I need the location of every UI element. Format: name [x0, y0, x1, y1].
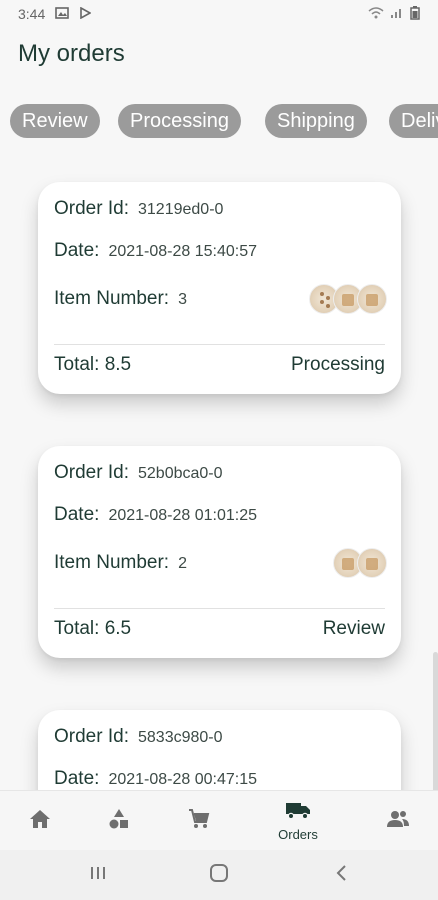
order-id-row: Order Id: 31219ed0-0 [54, 198, 223, 220]
card-divider [54, 608, 385, 609]
nav-home[interactable] [10, 791, 70, 851]
card-divider [54, 344, 385, 345]
categories-icon [108, 808, 130, 835]
order-date-row: Date: 2021-08-28 01:01:25 [54, 504, 257, 526]
order-status: Review [322, 618, 385, 639]
system-nav-bar [0, 850, 438, 900]
page-title: My orders [18, 40, 125, 67]
order-date-label: Date: [54, 768, 100, 789]
nav-account[interactable] [368, 791, 428, 851]
order-total: Total: 8.5 [54, 354, 131, 376]
back-chevron-icon [335, 864, 349, 887]
order-date-row: Date: 2021-08-28 00:47:15 [54, 768, 257, 790]
order-date-label: Date: [54, 240, 100, 261]
item-number-value: 3 [178, 291, 188, 308]
item-number-row: Item Number: 2 [54, 552, 187, 574]
truck-icon [285, 800, 311, 825]
back-button[interactable] [330, 863, 354, 887]
order-id-row: Order Id: 52b0bca0-0 [54, 462, 223, 484]
order-date-value: 2021-08-28 00:47:15 [108, 771, 258, 788]
status-bar: 3:44 [0, 0, 438, 28]
order-date-row: Date: 2021-08-28 15:40:57 [54, 240, 257, 262]
order-date-value: 2021-08-28 15:40:57 [108, 243, 258, 260]
order-id-label: Order Id: [54, 198, 129, 219]
filter-chip-shipping[interactable]: Shipping [265, 104, 367, 138]
filter-chip-review[interactable]: Review [10, 104, 100, 138]
people-icon [386, 809, 410, 834]
total-value: 8.5 [104, 354, 132, 375]
item-number-value: 2 [178, 555, 188, 572]
product-thumbnail [357, 548, 387, 578]
item-number-label: Item Number: [54, 552, 170, 573]
battery-icon [410, 5, 420, 23]
filter-chip-processing[interactable]: Processing [118, 104, 241, 138]
clock: 3:44 [18, 6, 46, 22]
status-filter-bar: Review Processing Shipping Deliv [0, 104, 438, 138]
order-date-value: 2021-08-28 01:01:25 [108, 507, 258, 524]
order-id-value: 5833c980-0 [138, 729, 223, 746]
order-id-label: Order Id: [54, 726, 129, 747]
order-status: Processing [291, 354, 385, 375]
orders-list: Order Id: 31219ed0-0 Date: 2021-08-28 15… [0, 150, 438, 790]
home-system-button[interactable] [207, 863, 231, 887]
recent-apps-button[interactable] [86, 863, 110, 887]
signal-icon [390, 6, 404, 22]
total-label: Total: [54, 618, 100, 639]
order-id-label: Order Id: [54, 462, 129, 483]
order-id-value: 52b0bca0-0 [138, 465, 223, 482]
nav-categories[interactable] [89, 791, 149, 851]
order-id-row: Order Id: 5833c980-0 [54, 726, 223, 748]
home-icon [29, 809, 51, 834]
bottom-nav: Orders [0, 790, 438, 850]
item-number-row: Item Number: 3 [54, 288, 187, 310]
order-date-label: Date: [54, 504, 100, 525]
total-value: 6.5 [104, 618, 132, 639]
total-label: Total: [54, 354, 100, 375]
order-total: Total: 6.5 [54, 618, 131, 640]
item-thumbnails [333, 548, 387, 578]
wifi-icon [368, 6, 384, 22]
filter-chip-delivered[interactable]: Deliv [389, 104, 438, 138]
item-thumbnails [309, 284, 387, 314]
order-card[interactable]: Order Id: 52b0bca0-0 Date: 2021-08-28 01… [38, 446, 401, 658]
play-store-icon [79, 6, 92, 22]
order-card[interactable]: Order Id: 31219ed0-0 Date: 2021-08-28 15… [38, 182, 401, 394]
recent-apps-icon [89, 865, 107, 886]
order-id-value: 31219ed0-0 [138, 201, 224, 218]
cart-icon [188, 808, 210, 835]
nav-orders[interactable]: Orders [268, 791, 328, 851]
item-number-label: Item Number: [54, 288, 170, 309]
nav-cart[interactable] [169, 791, 229, 851]
product-thumbnail [357, 284, 387, 314]
home-circle-icon [209, 863, 229, 888]
gallery-icon [55, 6, 70, 22]
nav-orders-label: Orders [278, 827, 318, 842]
order-card[interactable]: Order Id: 5833c980-0 Date: 2021-08-28 00… [38, 710, 401, 790]
